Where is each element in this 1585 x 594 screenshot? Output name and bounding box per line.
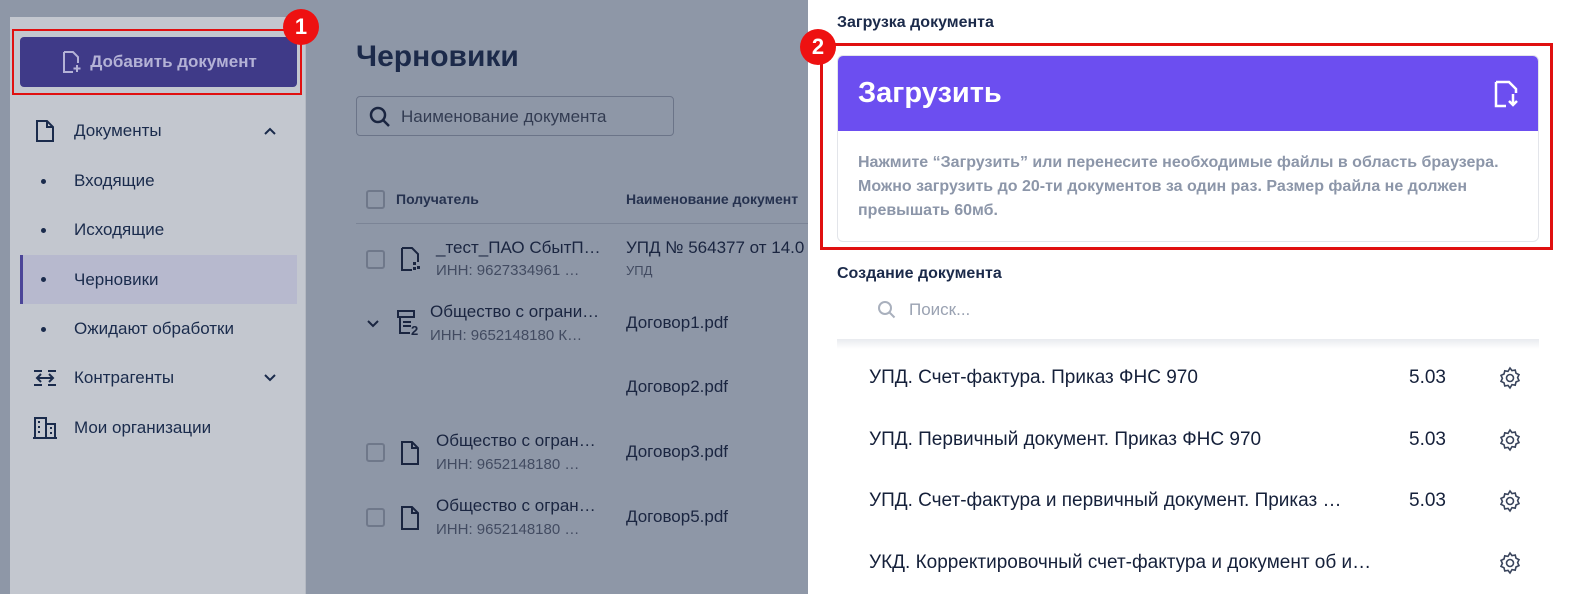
chevron-up-icon <box>264 127 276 135</box>
document-icon <box>401 506 419 530</box>
row-document-name[interactable]: Договор2.pdf <box>626 377 728 397</box>
template-item[interactable]: УПД. Счет-фактура. Приказ ФНС 970 5.03 <box>837 346 1539 408</box>
sidebar-item-label: Исходящие <box>74 220 165 239</box>
gear-icon[interactable] <box>1498 366 1522 390</box>
row-document-name[interactable]: Договор3.pdf <box>626 442 728 462</box>
row-inn: ИНН: 9627334961 … <box>436 262 580 279</box>
template-search-input[interactable] <box>909 297 1309 323</box>
sidebar-item-label: Документы <box>74 121 162 140</box>
bullet-icon <box>41 227 46 233</box>
document-icon <box>401 441 419 465</box>
sidebar-item-incoming[interactable]: Входящие <box>20 157 297 205</box>
page-title: Черновики <box>356 40 519 73</box>
sidebar-item-outgoing[interactable]: Исходящие <box>20 206 297 254</box>
chevron-down-icon[interactable] <box>366 317 380 331</box>
counterparties-icon <box>32 365 58 391</box>
row-inn: ИНН: 9652148180 … <box>436 521 580 538</box>
template-version: 5.03 <box>1409 367 1446 388</box>
step-marker-2: 2 <box>800 29 836 65</box>
row-recipient: Общество с огран… <box>436 431 596 450</box>
row-recipient: _тест_ПАО СбытП… <box>436 238 601 257</box>
row-inn: ИНН: 9652148180 К… <box>430 327 583 344</box>
row-document-name[interactable]: УПД № 564377 от 14.0 <box>626 238 804 258</box>
sidebar-item-my-organizations[interactable]: Мои организации <box>20 404 297 452</box>
template-item[interactable]: УПД. Счет-фактура и первичный документ. … <box>837 469 1539 531</box>
step-marker-1: 1 <box>283 9 319 45</box>
chevron-down-icon <box>264 374 276 382</box>
column-header-recipient[interactable]: Получатель <box>396 191 479 207</box>
add-document-button[interactable]: Добавить документ <box>20 37 297 87</box>
sidebar-item-label: Входящие <box>74 171 155 190</box>
row-checkbox[interactable] <box>366 508 385 527</box>
sidebar-item-label: Ожидают обработки <box>74 319 234 338</box>
column-header-document-name[interactable]: Наименование документ <box>626 191 798 207</box>
template-item[interactable]: УПД. Первичный документ. Приказ ФНС 970 … <box>837 408 1539 470</box>
search-icon <box>369 106 390 127</box>
sidebar-item-counterparties[interactable]: Контрагенты <box>20 354 297 402</box>
template-name: УПД. Счет-фактура. Приказ ФНС 970 <box>869 367 1198 388</box>
group-count: 2 <box>411 323 419 338</box>
document-search[interactable] <box>356 96 674 136</box>
upload-hint: Нажмите “Загрузить” или перенесите необх… <box>858 154 1499 219</box>
sidebar-item-documents[interactable]: Документы <box>20 107 297 155</box>
bullet-icon <box>41 277 46 282</box>
upload-button[interactable]: Загрузить <box>838 56 1538 131</box>
row-inn: ИНН: 9652148180 … <box>436 456 580 473</box>
row-document-name[interactable]: Договор1.pdf <box>626 313 728 333</box>
row-checkbox[interactable] <box>366 443 385 462</box>
upload-dropzone[interactable]: Загрузить Нажмите “Загрузить” или перене… <box>837 55 1539 242</box>
upload-section-title: Загрузка документа <box>837 14 994 31</box>
gear-icon[interactable] <box>1498 551 1522 575</box>
row-document-name[interactable]: Договор5.pdf <box>626 507 728 527</box>
sidebar-item-label: Мои организации <box>74 418 212 437</box>
sidebar-item-drafts[interactable]: Черновики <box>20 255 297 304</box>
sidebar-item-pending[interactable]: Ожидают обработки <box>20 305 297 353</box>
template-name: УКД. Корректировочный счет-фактура и док… <box>869 552 1372 573</box>
row-checkbox[interactable] <box>366 250 385 269</box>
file-plus-icon <box>63 51 81 73</box>
row-document-type: УПД <box>626 263 653 278</box>
row-recipient: Общество с огран… <box>436 496 596 515</box>
file-download-icon <box>1494 80 1518 108</box>
search-icon <box>878 301 896 319</box>
gear-icon[interactable] <box>1498 489 1522 513</box>
signed-document-icon <box>401 247 420 271</box>
create-section-title: Создание документа <box>837 265 1002 282</box>
row-recipient: Общество с огрaни… <box>430 302 600 321</box>
building-icon <box>32 415 58 441</box>
sidebar-item-label: Черновики <box>74 269 159 289</box>
template-version: 5.03 <box>1409 429 1446 450</box>
bullet-icon <box>41 326 46 332</box>
document-icon <box>32 118 58 144</box>
select-all-checkbox[interactable] <box>366 190 385 209</box>
sidebar-item-label: Контрагенты <box>74 368 175 387</box>
divider <box>356 223 808 224</box>
template-name: УПД. Счет-фактура и первичный документ. … <box>869 490 1342 511</box>
template-item[interactable]: УКД. Корректировочный счет-фактура и док… <box>837 531 1539 593</box>
gear-icon[interactable] <box>1498 428 1522 452</box>
add-document-label: Добавить документ <box>90 52 257 71</box>
template-name: УПД. Первичный документ. Приказ ФНС 970 <box>869 429 1262 450</box>
template-version: 5.03 <box>1409 490 1446 511</box>
upload-button-label: Загрузить <box>858 77 1002 109</box>
document-search-input[interactable] <box>401 105 661 129</box>
template-search[interactable] <box>837 291 1539 339</box>
bullet-icon <box>41 178 46 184</box>
